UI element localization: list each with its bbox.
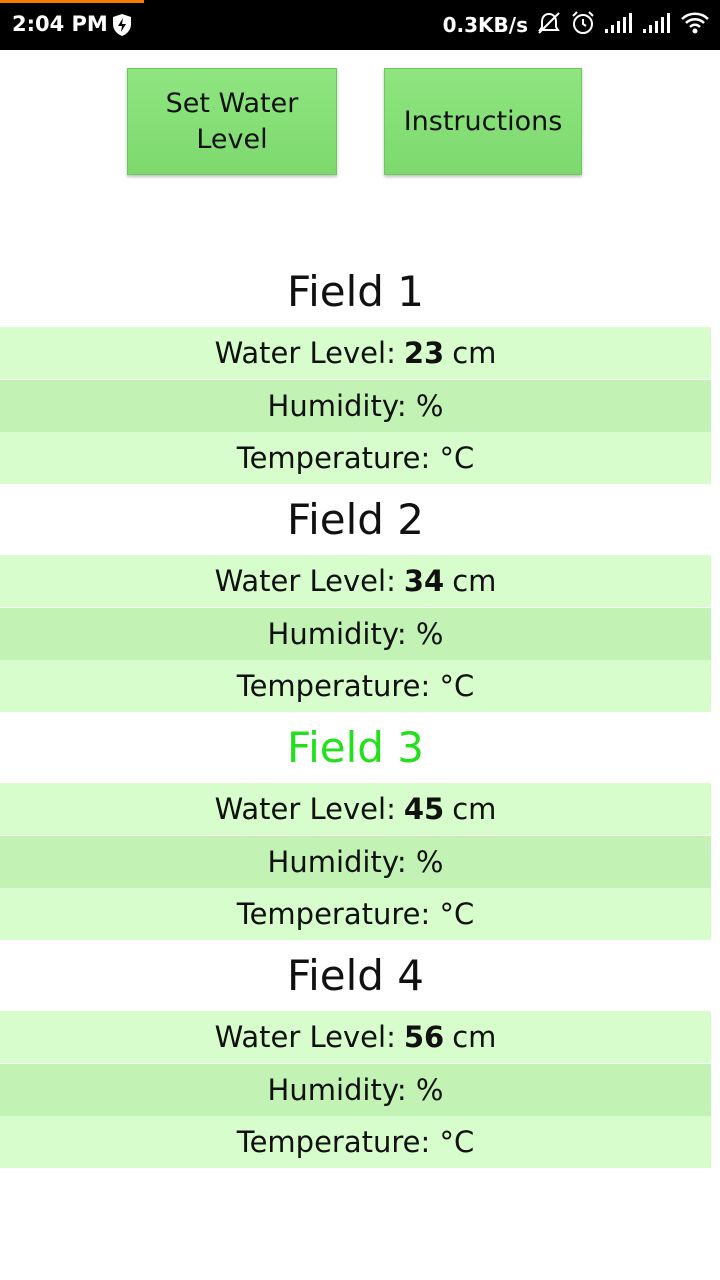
field-1-humidity-row: Humidity: % <box>0 380 711 432</box>
field-4-title: Field 4 <box>286 951 424 1000</box>
humidity-label: Humidity: % <box>267 389 444 423</box>
field-4-water-level-value: 56 <box>403 1020 445 1054</box>
field-1-water-level-row: Water Level: 23 cm <box>0 327 711 379</box>
alarm-clock-icon <box>570 10 596 40</box>
field-2-title: Field 2 <box>286 495 424 544</box>
wifi-icon <box>680 11 710 39</box>
status-bar: 2:04 PM 0.3KB/s <box>0 0 720 50</box>
water-level-label: Water Level: <box>214 564 396 598</box>
humidity-label: Humidity: % <box>267 617 444 651</box>
field-4-humidity-row: Humidity: % <box>0 1064 711 1116</box>
field-3-water-level-value: 45 <box>403 792 445 826</box>
set-water-level-button[interactable]: Set Water Level <box>127 68 337 175</box>
humidity-label: Humidity: % <box>267 1073 444 1107</box>
status-accent-line <box>0 0 144 3</box>
field-3-water-level-row: Water Level: 45 cm <box>0 783 711 835</box>
field-1-title: Field 1 <box>286 267 424 316</box>
water-level-unit: cm <box>452 336 497 370</box>
field-1-temperature-row: Temperature: °C <box>0 432 711 484</box>
field-4-water-level-row: Water Level: 56 cm <box>0 1011 711 1063</box>
network-speed: 0.3KB/s <box>442 13 528 37</box>
instructions-button[interactable]: Instructions <box>384 68 582 175</box>
temperature-label: Temperature: °C <box>236 897 475 931</box>
signal-icon <box>642 12 672 38</box>
alarm-muted-icon <box>536 10 562 40</box>
water-level-unit: cm <box>452 792 497 826</box>
water-level-unit: cm <box>452 564 497 598</box>
water-level-label: Water Level: <box>214 336 396 370</box>
signal-icon <box>604 12 634 38</box>
field-2-water-level-value: 34 <box>403 564 445 598</box>
field-3-humidity-row: Humidity: % <box>0 836 711 888</box>
field-2-temperature-row: Temperature: °C <box>0 660 711 712</box>
field-1-water-level-value: 23 <box>403 336 445 370</box>
humidity-label: Humidity: % <box>267 845 444 879</box>
water-level-label: Water Level: <box>214 1020 396 1054</box>
shield-bolt-icon <box>111 13 133 37</box>
temperature-label: Temperature: °C <box>236 1125 475 1159</box>
field-2-water-level-row: Water Level: 34 cm <box>0 555 711 607</box>
temperature-label: Temperature: °C <box>236 441 475 475</box>
water-level-unit: cm <box>452 1020 497 1054</box>
temperature-label: Temperature: °C <box>236 669 475 703</box>
water-level-label: Water Level: <box>214 792 396 826</box>
field-3-temperature-row: Temperature: °C <box>0 888 711 940</box>
field-3-title: Field 3 <box>286 723 424 772</box>
status-icons: 0.3KB/s <box>443 10 710 40</box>
field-4-temperature-row: Temperature: °C <box>0 1116 711 1168</box>
field-2-humidity-row: Humidity: % <box>0 608 711 660</box>
status-time: 2:04 PM <box>12 12 108 36</box>
